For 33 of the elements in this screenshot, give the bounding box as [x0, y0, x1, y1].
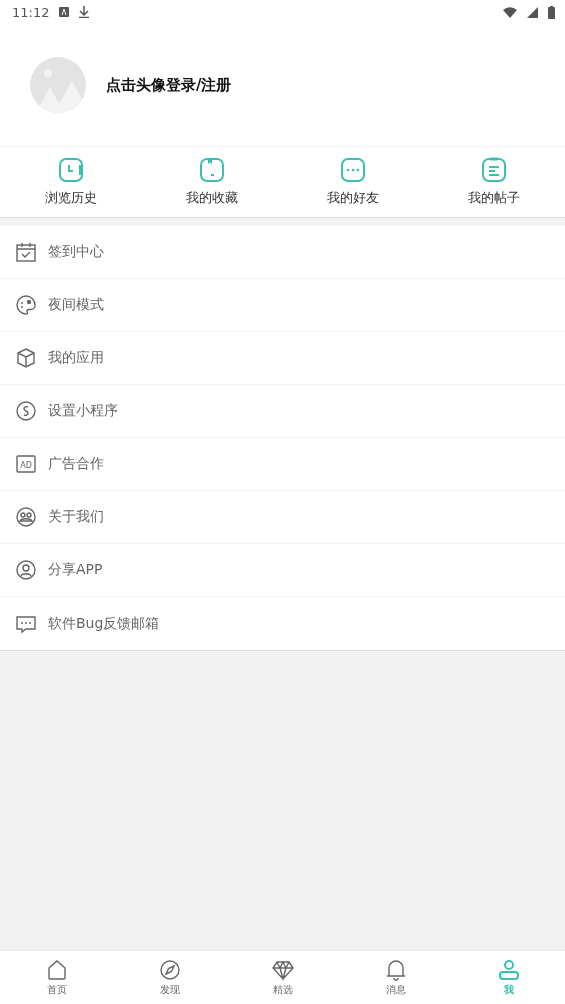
- calendar-icon: [16, 242, 36, 262]
- ad-icon: AD: [16, 454, 36, 474]
- avatar-placeholder-icon[interactable]: [30, 57, 86, 113]
- shortcut-button[interactable]: 我的好友: [282, 147, 424, 217]
- signal-icon: [527, 6, 538, 18]
- bookmark-icon: [198, 157, 225, 183]
- tab-item[interactable]: 发现: [113, 951, 226, 1004]
- link-icon: [16, 401, 36, 421]
- diamond-icon: [271, 958, 294, 981]
- notification-icon: [59, 7, 70, 17]
- shortcut-button[interactable]: 浏览历史: [0, 147, 142, 217]
- note-icon: [481, 157, 508, 183]
- chat-icon: [16, 613, 36, 634]
- tab-item[interactable]: 首页: [0, 951, 113, 1004]
- download-icon: [79, 6, 90, 18]
- tab-item[interactable]: 精选: [226, 951, 339, 1004]
- shortcut-button[interactable]: 我的帖子: [423, 147, 565, 217]
- cube-icon: [16, 348, 36, 368]
- home-icon: [45, 958, 68, 981]
- palette-icon: [16, 295, 36, 315]
- group-icon: [16, 507, 36, 527]
- user-icon: [497, 958, 520, 981]
- wifi-icon: [503, 6, 517, 18]
- clock-icon: [57, 157, 84, 183]
- compass-icon: [158, 958, 181, 981]
- login-prompt[interactable]: 点击头像登录/注册: [106, 75, 232, 95]
- tab-item[interactable]: 消息: [339, 951, 452, 1004]
- battery-icon: [548, 5, 555, 19]
- chat-icon: [340, 157, 367, 183]
- bell-icon: [384, 958, 407, 981]
- status-time: 11:12: [12, 4, 50, 20]
- shortcut-button[interactable]: 我的收藏: [141, 147, 283, 217]
- user-icon: [16, 560, 36, 580]
